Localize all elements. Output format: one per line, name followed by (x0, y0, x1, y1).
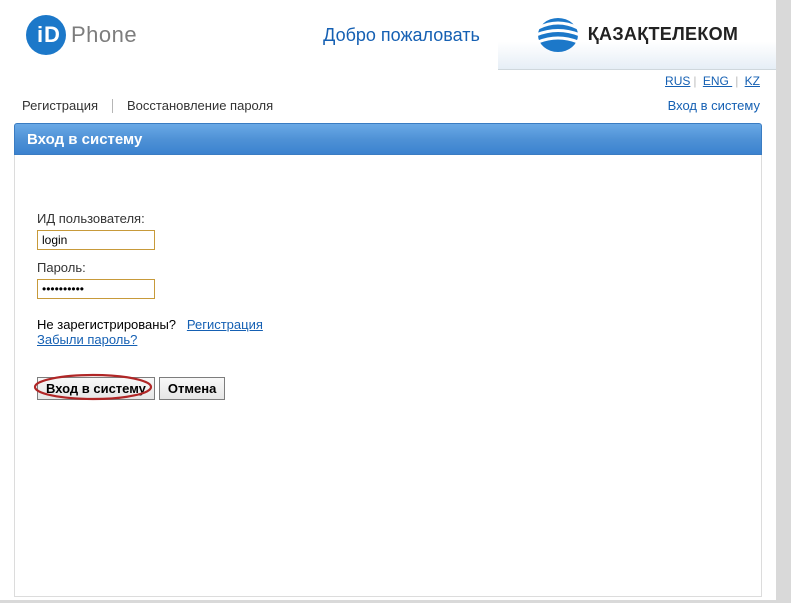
page: i D Phone Добро пожаловать ҚАЗАҚТЕЛЕКОМ … (0, 0, 776, 600)
kaztelecom-logo: ҚАЗАҚТЕЛЕКОМ (498, 0, 776, 70)
svg-text:D: D (44, 22, 60, 47)
nav-register[interactable]: Регистрация (22, 98, 98, 113)
language-switcher: RUS| ENG | KZ (0, 70, 776, 92)
welcome-text: Добро пожаловать (305, 0, 498, 70)
register-link[interactable]: Регистрация (187, 317, 263, 332)
nav-recover[interactable]: Восстановление пароля (127, 98, 273, 113)
password-label: Пароль: (37, 260, 739, 275)
svg-text:i: i (37, 22, 43, 47)
idphone-text: Phone (71, 22, 137, 48)
nav-right: Вход в систему (668, 98, 760, 113)
userid-label: ИД пользователя: (37, 211, 739, 226)
lang-eng[interactable]: ENG (703, 74, 732, 88)
panel-title: Вход в систему (14, 123, 762, 155)
nav-divider (112, 99, 113, 113)
not-registered-text: Не зарегистрированы? (37, 317, 176, 332)
userid-row: ИД пользователя: (37, 211, 739, 250)
submit-button[interactable]: Вход в систему (37, 377, 155, 400)
nav-left: Регистрация Восстановление пароля (22, 98, 273, 113)
idphone-logo: i D Phone (15, 0, 305, 70)
lang-rus[interactable]: RUS (665, 74, 690, 88)
cancel-button[interactable]: Отмена (159, 377, 225, 400)
forgot-password-link[interactable]: Забыли пароль? (37, 332, 137, 347)
lang-sep: | (732, 74, 741, 88)
globe-icon (536, 16, 580, 54)
userid-input[interactable] (37, 230, 155, 250)
button-row: Вход в систему Отмена (37, 377, 739, 400)
lang-kz[interactable]: KZ (745, 74, 760, 88)
login-panel: ИД пользователя: Пароль: Не зарегистриро… (14, 155, 762, 597)
top-banner: i D Phone Добро пожаловать ҚАЗАҚТЕЛЕКОМ (0, 0, 776, 70)
kaztelecom-text: ҚАЗАҚТЕЛЕКОМ (588, 24, 738, 45)
password-row: Пароль: (37, 260, 739, 299)
helper-links: Не зарегистрированы? Регистрация Забыли … (37, 317, 739, 347)
password-input[interactable] (37, 279, 155, 299)
id-icon: i D (25, 14, 67, 56)
lang-sep: | (690, 74, 699, 88)
nav-row: Регистрация Восстановление пароля Вход в… (0, 92, 776, 123)
nav-login[interactable]: Вход в систему (668, 98, 760, 113)
